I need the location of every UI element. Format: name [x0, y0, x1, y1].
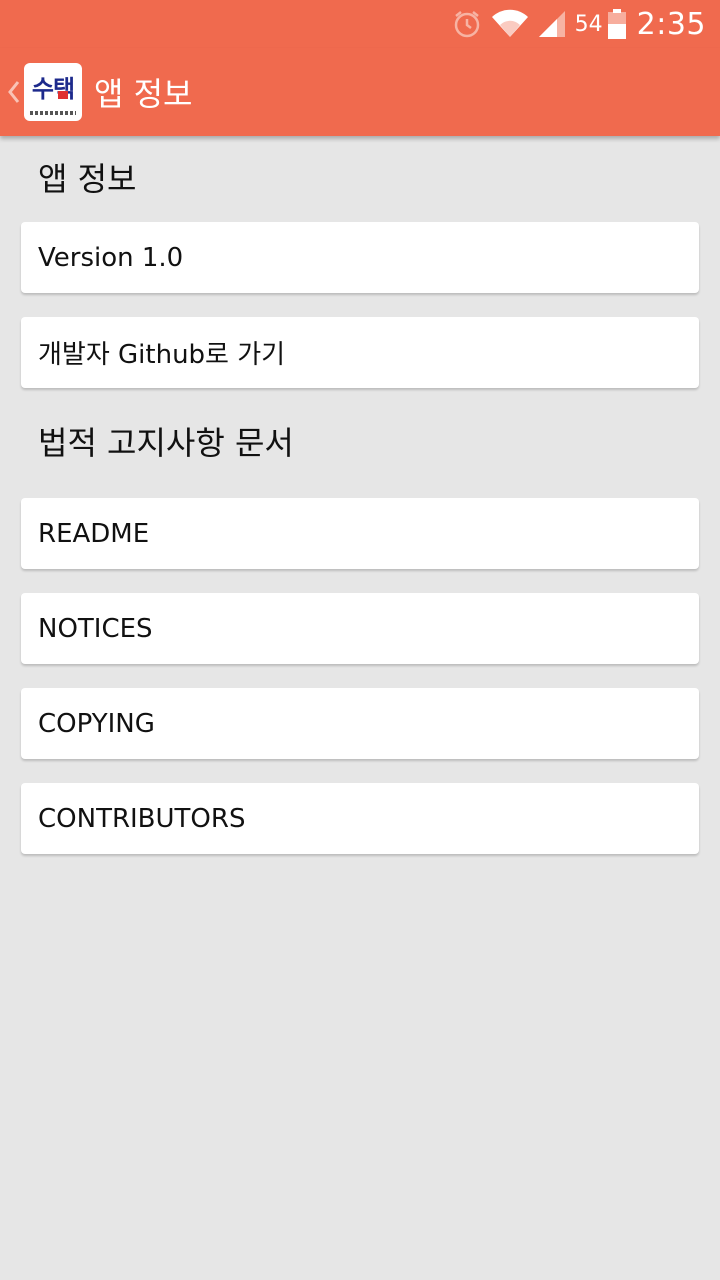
- chevron-left-icon: [8, 81, 20, 103]
- section-header-app-info: 앱 정보: [38, 160, 137, 198]
- wifi-icon: [491, 9, 529, 39]
- github-link-item[interactable]: 개발자 Github로 가기: [21, 317, 699, 388]
- section-header-legal: 법적 고지사항 문서: [38, 424, 294, 462]
- clock: 2:35: [636, 6, 706, 42]
- settings-content: 앱 정보 Version 1.0 개발자 Github로 가기 법적 고지사항 …: [0, 136, 720, 878]
- action-bar: 수택 앱 정보: [0, 48, 720, 136]
- battery-level: 54: [574, 11, 603, 37]
- alarm-icon: [451, 8, 483, 40]
- copying-item[interactable]: COPYING: [21, 688, 699, 759]
- status-bar: 54 2:35: [0, 0, 720, 48]
- version-item[interactable]: Version 1.0: [21, 222, 699, 293]
- app-logo-text: 수택: [31, 75, 75, 103]
- page-title: 앱 정보: [94, 75, 193, 113]
- notices-item[interactable]: NOTICES: [21, 593, 699, 664]
- logo-mark: [58, 91, 68, 99]
- logo-subtext: [30, 111, 76, 115]
- contributors-item[interactable]: CONTRIBUTORS: [21, 783, 699, 854]
- signal-icon: [537, 9, 567, 39]
- readme-item[interactable]: README: [21, 498, 699, 569]
- app-icon[interactable]: 수택: [24, 63, 82, 121]
- battery-icon: [607, 8, 627, 40]
- back-button[interactable]: [6, 78, 26, 106]
